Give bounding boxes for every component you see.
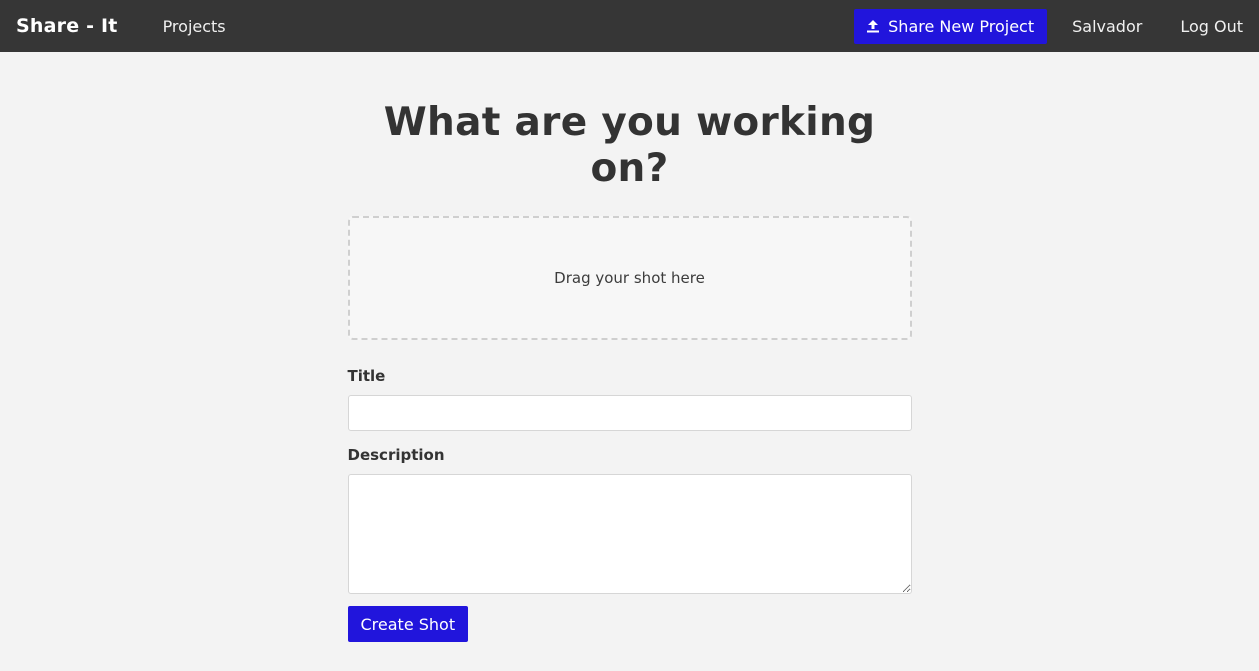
top-navbar: Share - It Projects Share New Project Sa… xyxy=(0,0,1259,52)
logout-link[interactable]: Log Out xyxy=(1180,17,1243,36)
nav-right-group: Share New Project Salvador Log Out xyxy=(854,8,1243,44)
create-shot-form: Title Description Create Shot xyxy=(347,366,912,642)
shot-dropzone[interactable]: Drag your shot here xyxy=(347,216,912,340)
share-new-project-button[interactable]: Share New Project xyxy=(854,8,1048,44)
description-textarea[interactable] xyxy=(347,474,912,594)
dropzone-text: Drag your shot here xyxy=(554,269,705,287)
title-input[interactable] xyxy=(347,395,912,431)
main-content: What are you working on? Drag your shot … xyxy=(347,52,912,642)
brand-logo[interactable]: Share - It xyxy=(16,15,118,37)
title-label: Title xyxy=(347,367,386,385)
user-profile-link[interactable]: Salvador xyxy=(1072,17,1142,36)
upload-icon xyxy=(867,20,880,33)
page-title: What are you working on? xyxy=(383,100,876,191)
nav-projects-link[interactable]: Projects xyxy=(163,17,226,36)
share-new-project-label: Share New Project xyxy=(888,16,1035,36)
description-label: Description xyxy=(347,446,445,464)
create-shot-button[interactable]: Create Shot xyxy=(347,606,469,642)
